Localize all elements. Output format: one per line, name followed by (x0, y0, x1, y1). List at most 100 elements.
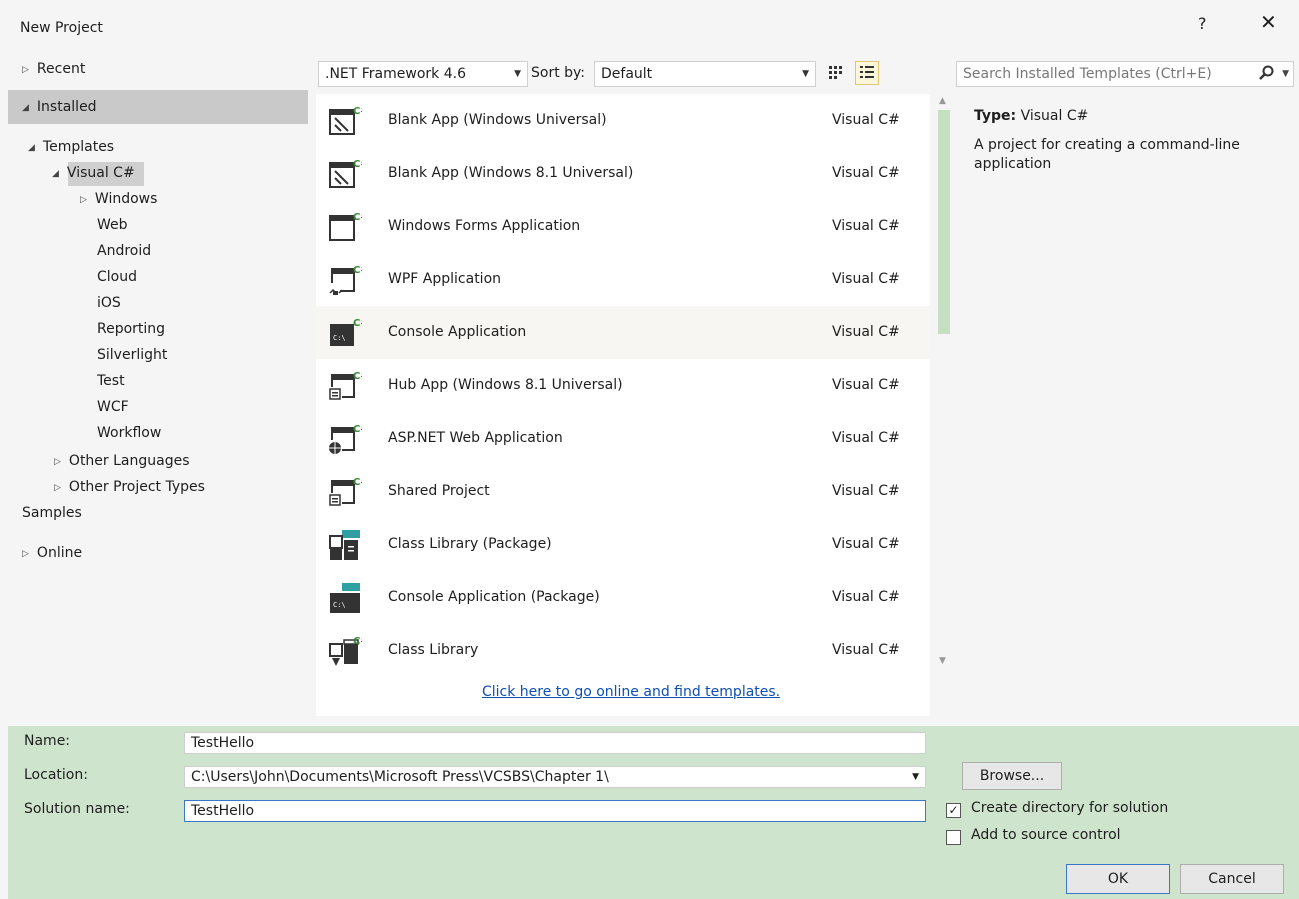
grid-view-icon (829, 66, 842, 79)
template-row[interactable]: C# Class Library Visual C# (316, 624, 930, 677)
sort-dropdown[interactable]: Default ▼ (594, 61, 816, 87)
tree-item-windows[interactable]: ▷ Windows (80, 188, 157, 210)
tree-item-other-project-types[interactable]: ▷ Other Project Types (54, 476, 205, 498)
template-type-detail: Type: Visual C# (974, 108, 1088, 124)
name-field[interactable]: TestHello (184, 732, 926, 754)
template-row[interactable]: Class Library (Package) Visual C# (316, 518, 930, 571)
tree-item-test[interactable]: Test (97, 370, 125, 392)
tree-item-ios[interactable]: iOS (97, 292, 121, 314)
source-control-checkbox[interactable] (946, 830, 961, 845)
chevron-down-icon: ▼ (514, 69, 521, 79)
template-type: Visual C# (832, 218, 900, 234)
expand-arrow-icon[interactable]: ▷ (54, 451, 61, 473)
wpf-icon: C# (329, 265, 362, 295)
svg-text:C#: C# (353, 106, 362, 117)
template-name: Hub App (Windows 8.1 Universal) (388, 377, 623, 393)
scroll-up-icon[interactable]: ▲ (939, 96, 946, 106)
template-type: Visual C# (832, 324, 900, 340)
tree-item-other-languages[interactable]: ▷ Other Languages (54, 450, 190, 472)
tree-item-online[interactable]: ▷ Online (22, 542, 82, 564)
template-name: Blank App (Windows Universal) (388, 112, 607, 128)
expand-arrow-icon[interactable]: ▷ (22, 59, 29, 81)
expand-arrow-icon[interactable]: ▷ (80, 189, 87, 211)
tree-item-recent[interactable]: ▷ Recent (22, 58, 85, 80)
tree-item-android[interactable]: Android (97, 240, 151, 262)
create-directory-checkbox[interactable]: ✓ (946, 803, 961, 818)
expand-arrow-icon[interactable]: ▷ (54, 477, 61, 499)
tree-label: Visual C# (66, 165, 135, 181)
template-row[interactable]: C# ASP.NET Web Application Visual C# (316, 412, 930, 465)
svg-text:C#: C# (353, 477, 362, 488)
tree-item-workflow[interactable]: Workflow (97, 422, 161, 444)
chevron-down-icon: ▼ (802, 69, 809, 79)
tree-item-samples[interactable]: Samples (22, 502, 82, 524)
tree-item-visual-csharp[interactable]: ◢ Visual C# (52, 162, 135, 184)
template-name: Shared Project (388, 483, 490, 499)
template-row[interactable]: C# Blank App (Windows 8.1 Universal) Vis… (316, 147, 930, 200)
chevron-down-icon[interactable]: ▼ (1282, 62, 1289, 86)
collapse-arrow-icon[interactable]: ◢ (52, 163, 59, 185)
expand-arrow-icon[interactable]: ▷ (22, 543, 29, 565)
universal-app-icon: C# (329, 159, 362, 188)
sort-label: Sort by: (531, 65, 586, 81)
scrollbar-thumb[interactable] (938, 110, 950, 334)
svg-text:C#: C# (353, 424, 362, 435)
svg-text:C#: C# (353, 318, 362, 329)
package-console-icon: C:\ (330, 583, 360, 613)
close-icon[interactable]: ✕ (1260, 10, 1277, 34)
web-globe-icon: C# (329, 424, 362, 454)
tree-item-silverlight[interactable]: Silverlight (97, 344, 167, 366)
template-name: Blank App (Windows 8.1 Universal) (388, 165, 634, 181)
medium-icons-view-button[interactable] (826, 62, 850, 86)
collapse-arrow-icon[interactable]: ◢ (28, 137, 35, 159)
scroll-down-icon[interactable]: ▼ (939, 656, 946, 666)
template-name: Class Library (Package) (388, 536, 552, 552)
template-name: WPF Application (388, 271, 502, 287)
tree-item-wcf[interactable]: WCF (97, 396, 129, 418)
location-combobox[interactable]: C:\Users\John\Documents\Microsoft Press\… (184, 766, 926, 788)
svg-text:C:\: C:\ (333, 334, 346, 342)
ok-button[interactable]: OK (1066, 864, 1170, 894)
template-name: Console Application (388, 324, 527, 340)
template-row[interactable]: C# Hub App (Windows 8.1 Universal) Visua… (316, 359, 930, 412)
template-row[interactable]: C# Shared Project Visual C# (316, 465, 930, 518)
help-button[interactable]: ? (1198, 14, 1207, 33)
class-library-icon: C# (329, 636, 362, 666)
window-form-icon: C# (329, 212, 362, 241)
template-row[interactable]: C:\ Console Application (Package) Visual… (316, 571, 930, 624)
tree-label: Other Languages (68, 453, 190, 469)
template-type: Visual C# (832, 271, 900, 287)
svg-text:C#: C# (353, 636, 362, 647)
template-list[interactable]: C# Blank App (Windows Universal) Visual … (316, 94, 930, 716)
search-placeholder: Search Installed Templates (Ctrl+E) (963, 66, 1212, 82)
template-row[interactable]: C# Blank App (Windows Universal) Visual … (316, 94, 930, 147)
template-row[interactable]: C# Windows Forms Application Visual C# (316, 200, 930, 253)
universal-app-icon: C# (329, 106, 362, 135)
solution-name-label: Solution name: (24, 801, 130, 817)
tree-item-cloud[interactable]: Cloud (97, 266, 137, 288)
template-list-scrollbar[interactable]: ▲ ▼ (936, 94, 952, 670)
collapse-arrow-icon[interactable]: ◢ (22, 97, 29, 119)
search-icon[interactable] (1259, 65, 1275, 81)
solution-name-field[interactable]: TestHello (184, 800, 926, 822)
template-row-selected[interactable]: C:\ C# Console Application Visual C# (316, 306, 930, 359)
online-templates-link[interactable]: Click here to go online and find templat… (482, 684, 780, 700)
cancel-button[interactable]: Cancel (1180, 864, 1284, 894)
chevron-down-icon[interactable]: ▼ (912, 767, 919, 787)
svg-text:C:\: C:\ (333, 601, 346, 609)
template-row[interactable]: C# WPF Application Visual C# (316, 253, 930, 306)
package-library-icon (329, 530, 360, 560)
tree-item-web[interactable]: Web (97, 214, 128, 236)
browse-button[interactable]: Browse... (962, 762, 1062, 790)
sort-value: Default (601, 66, 653, 82)
svg-text:C#: C# (353, 159, 362, 170)
small-icons-view-button[interactable] (855, 61, 879, 85)
framework-dropdown[interactable]: .NET Framework 4.6 ▼ (318, 61, 528, 87)
search-templates-input[interactable]: Search Installed Templates (Ctrl+E) ▼ (956, 61, 1294, 87)
framework-value: .NET Framework 4.6 (325, 66, 466, 82)
tree-item-templates[interactable]: ◢ Templates (28, 136, 114, 158)
template-type: Visual C# (832, 536, 900, 552)
tree-item-reporting[interactable]: Reporting (97, 318, 165, 340)
tree-item-installed[interactable]: ◢ Installed (22, 96, 97, 118)
template-name: ASP.NET Web Application (388, 430, 563, 446)
